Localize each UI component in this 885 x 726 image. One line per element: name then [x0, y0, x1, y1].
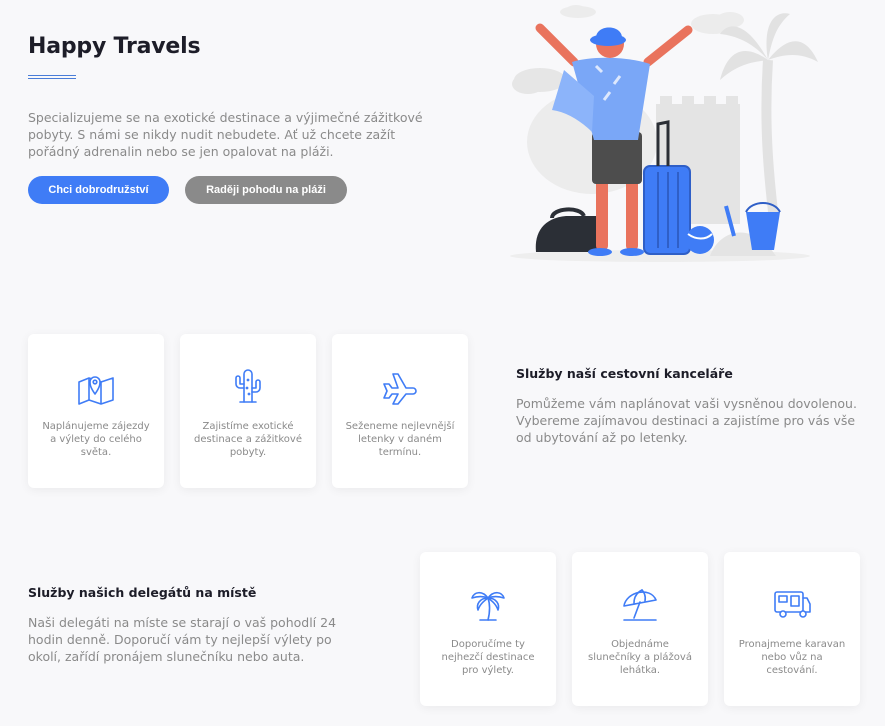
service-card-text: Pronajmeme karavan nebo vůz na cestování… — [738, 639, 846, 676]
beach-relax-button[interactable]: Raději pohodu na pláži — [185, 176, 347, 204]
page-title: Happy Travels — [28, 34, 201, 59]
camper-van-icon — [774, 591, 811, 618]
map-icon — [78, 376, 114, 405]
palm-tree-icon — [471, 591, 505, 621]
service-card-text: Doporučíme ty nejhezčí destinace pro výl… — [441, 639, 535, 676]
agency-services-title: Služby naší cestovní kanceláře — [516, 366, 733, 381]
service-card-text: Seženeme nejlevnější letenky v daném ter… — [345, 421, 455, 458]
service-card-umbrellas: Objednáme slunečníky a plážová lehátka. — [572, 552, 708, 706]
hero-intro: Specializujeme se na exotické destinace … — [28, 110, 423, 159]
delegate-services-title: Služby našich delegátů na místě — [28, 585, 257, 600]
adventure-button[interactable]: Chci dobrodružství — [28, 176, 169, 204]
agency-services-info: Služby naší cestovní kanceláře Pomůžeme … — [516, 366, 866, 446]
beach-umbrella-icon — [623, 589, 657, 621]
traveler-illustration — [510, 5, 818, 262]
delegate-services-info: Služby našich delegátů na místě Naši del… — [28, 585, 348, 665]
service-card-flights: Seženeme nejlevnější letenky v daném ter… — [332, 334, 468, 488]
hero-section: Happy Travels Specializujeme se na exoti… — [28, 34, 428, 204]
service-card-rentals: Pronajmeme karavan nebo vůz na cestování… — [724, 552, 860, 706]
title-underline — [28, 75, 76, 79]
service-card-exotic: Zajistíme exotické destinace a zážitkové… — [180, 334, 316, 488]
delegate-services-text: Naši delegáti na míste se starají o vaš … — [28, 615, 337, 664]
service-card-planning: Naplánujeme zájezdy a výlety do celého s… — [28, 334, 164, 488]
service-card-text: Zajistíme exotické destinace a zážitkové… — [194, 421, 302, 458]
service-card-trips: Doporučíme ty nejhezčí destinace pro výl… — [420, 552, 556, 706]
cactus-icon — [235, 369, 261, 403]
agency-services-text: Pomůžeme vám naplánovat vaši vysněnou do… — [516, 396, 857, 445]
service-card-text: Objednáme slunečníky a plážová lehátka. — [588, 639, 692, 676]
service-card-text: Naplánujeme zájezdy a výlety do celého s… — [42, 421, 150, 458]
airplane-icon — [383, 373, 417, 405]
